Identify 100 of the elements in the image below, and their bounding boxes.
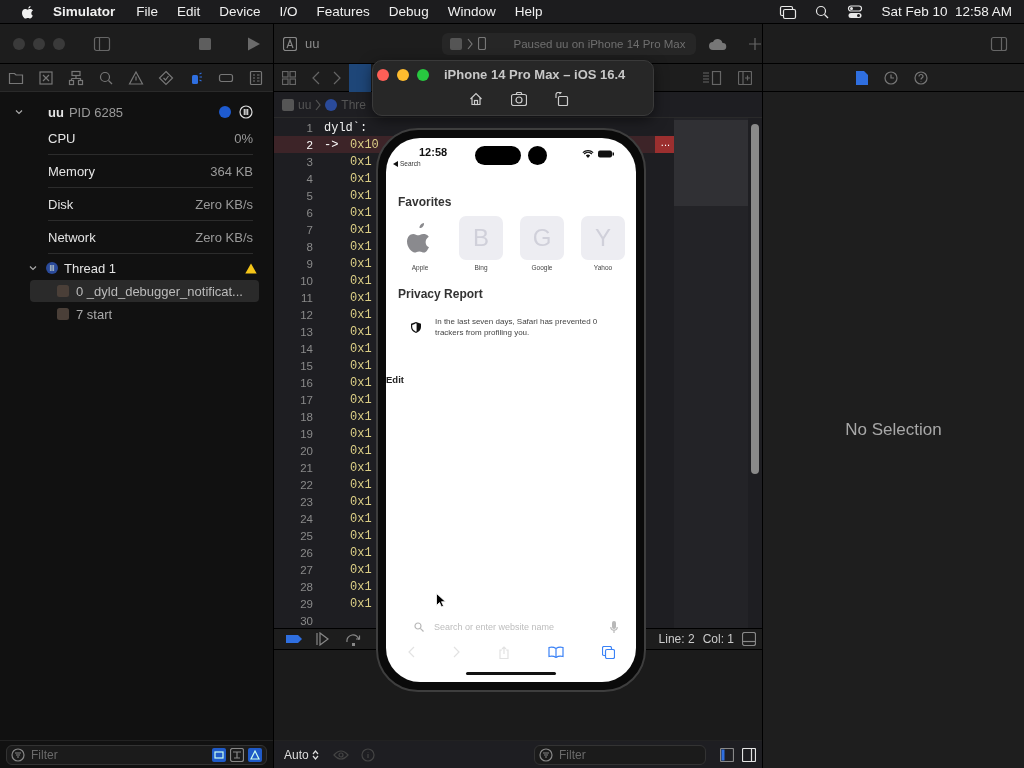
menu-item[interactable]: Help: [514, 4, 543, 19]
info-badge-icon[interactable]: [219, 106, 231, 118]
code-text: 0x1: [350, 256, 372, 271]
step-over-icon[interactable]: [346, 632, 362, 646]
menu-item[interactable]: I/O: [279, 4, 298, 19]
warning-filter-icon[interactable]: [248, 747, 262, 762]
file-icon[interactable]: [855, 70, 868, 85]
right-sidebar-icon[interactable]: [990, 35, 1008, 52]
wifi-icon: [582, 149, 594, 158]
output-mode-button[interactable]: Auto: [282, 747, 321, 762]
code-text: 0x1: [350, 290, 372, 305]
crossed-box-icon[interactable]: [38, 69, 54, 86]
line-number: 29: [299, 597, 313, 610]
add-editor-icon[interactable]: [738, 70, 752, 85]
frame-icon: [57, 308, 69, 320]
right-panel-icon[interactable]: [742, 747, 756, 762]
stack-frame[interactable]: 7 start: [30, 303, 259, 325]
section-title: Favorites: [398, 195, 453, 209]
lines-panel-icon[interactable]: [702, 70, 724, 85]
menu-item[interactable]: Device: [219, 4, 261, 19]
up-down-chevron-icon: [311, 749, 319, 760]
line-number: 18: [299, 410, 313, 423]
hierarchy-filter-icon[interactable]: [230, 747, 244, 762]
close-button[interactable]: [377, 68, 389, 81]
code-text: 0x1: [350, 511, 372, 526]
code-text: 0x1: [350, 324, 372, 339]
thread-name[interactable]: Thread 1: [64, 260, 117, 276]
menu-bar-clock[interactable]: Sat Feb 10 12:58 AM: [881, 4, 1012, 19]
line-number: 21: [299, 461, 313, 474]
rotate-icon[interactable]: [555, 92, 569, 106]
line-number: 28: [299, 580, 313, 593]
phone-icon[interactable]: [478, 37, 487, 50]
shield-icon: [411, 321, 421, 333]
minimize-button[interactable]: [397, 68, 409, 81]
breakpoint-icon[interactable]: [286, 634, 302, 644]
stack-frame[interactable]: 0 _dyld_debugger_notificat...: [30, 280, 259, 302]
menu-item[interactable]: Features: [316, 4, 370, 19]
app-icon[interactable]: [450, 37, 463, 50]
help-icon[interactable]: [913, 70, 928, 85]
menu-item[interactable]: File: [136, 4, 159, 19]
scrollbar-thumb[interactable]: [751, 124, 759, 474]
history-icon[interactable]: [883, 70, 898, 85]
sidebar-toggle-icon[interactable]: [93, 35, 111, 52]
gauge-value: Zero KB/s: [195, 229, 253, 245]
line-number: 23: [299, 495, 313, 508]
console-panel-icon[interactable]: [742, 632, 756, 646]
chevron-right-icon[interactable]: [333, 70, 341, 85]
app-icon[interactable]: [282, 98, 294, 111]
app-icon[interactable]: [283, 36, 297, 51]
pause-circle-icon[interactable]: [239, 105, 253, 119]
dynamic-island: [475, 146, 521, 165]
code-text: 0x1: [350, 358, 372, 373]
gauge-label[interactable]: Memory: [48, 163, 95, 179]
hierarchy-icon[interactable]: [68, 69, 84, 86]
menu-item[interactable]: Simulator: [53, 4, 116, 19]
disclosure-chevron-icon[interactable]: [28, 263, 38, 273]
code-text: 0x1: [350, 222, 372, 237]
thread-icon[interactable]: [325, 98, 338, 111]
recent-filter-icon[interactable]: [212, 747, 226, 762]
code-text: 0x1: [350, 341, 372, 356]
warning-icon: [245, 262, 257, 274]
line-number: 25: [299, 529, 313, 542]
gauge-label[interactable]: CPU: [48, 130, 76, 146]
line-number: 15: [299, 359, 313, 372]
menu-item[interactable]: Edit: [177, 4, 201, 19]
play-icon[interactable]: [245, 35, 261, 52]
line-number: 16: [299, 376, 313, 389]
warning-icon[interactable]: [128, 69, 144, 86]
bookmarks-icon[interactable]: [547, 646, 564, 658]
cloud-icon[interactable]: [708, 36, 728, 51]
report-list-icon[interactable]: [248, 69, 264, 86]
left-panel-icon[interactable]: [720, 747, 734, 762]
screen-mirroring-icon[interactable]: [779, 3, 798, 20]
edit-button[interactable]: Edit: [386, 374, 636, 385]
search-icon[interactable]: [814, 3, 831, 20]
code-text: 0x1: [350, 409, 372, 424]
scheme-name[interactable]: uu: [305, 36, 320, 51]
stop-icon[interactable]: [197, 35, 213, 52]
tabs-icon[interactable]: [601, 645, 615, 659]
editor-tab[interactable]: [349, 63, 371, 92]
gauge-label[interactable]: Network: [48, 229, 96, 245]
code-text: 0x1: [350, 528, 372, 543]
diamond-check-icon[interactable]: [158, 69, 174, 86]
code-text: 0x1: [350, 596, 372, 611]
home-icon[interactable]: [469, 92, 483, 106]
chevron-left-icon[interactable]: [312, 70, 320, 85]
zoom-button[interactable]: [417, 68, 429, 81]
line-number: 14: [299, 342, 313, 355]
editor-grid-icon[interactable]: [282, 70, 296, 85]
process-id: PID 6285: [68, 104, 124, 120]
screenshot-icon[interactable]: [511, 92, 527, 106]
microphone-icon[interactable]: [610, 621, 618, 633]
disclosure-chevron-icon[interactable]: [14, 107, 24, 117]
control-center-icon[interactable]: [847, 3, 864, 20]
gauge-label[interactable]: Disk: [48, 196, 74, 212]
code-text: 0x1: [350, 239, 372, 254]
menu-item[interactable]: Debug: [388, 4, 429, 19]
menu-item[interactable]: Window: [447, 4, 496, 19]
line-number: 3: [305, 155, 313, 168]
chevron-right-icon: [467, 37, 474, 50]
